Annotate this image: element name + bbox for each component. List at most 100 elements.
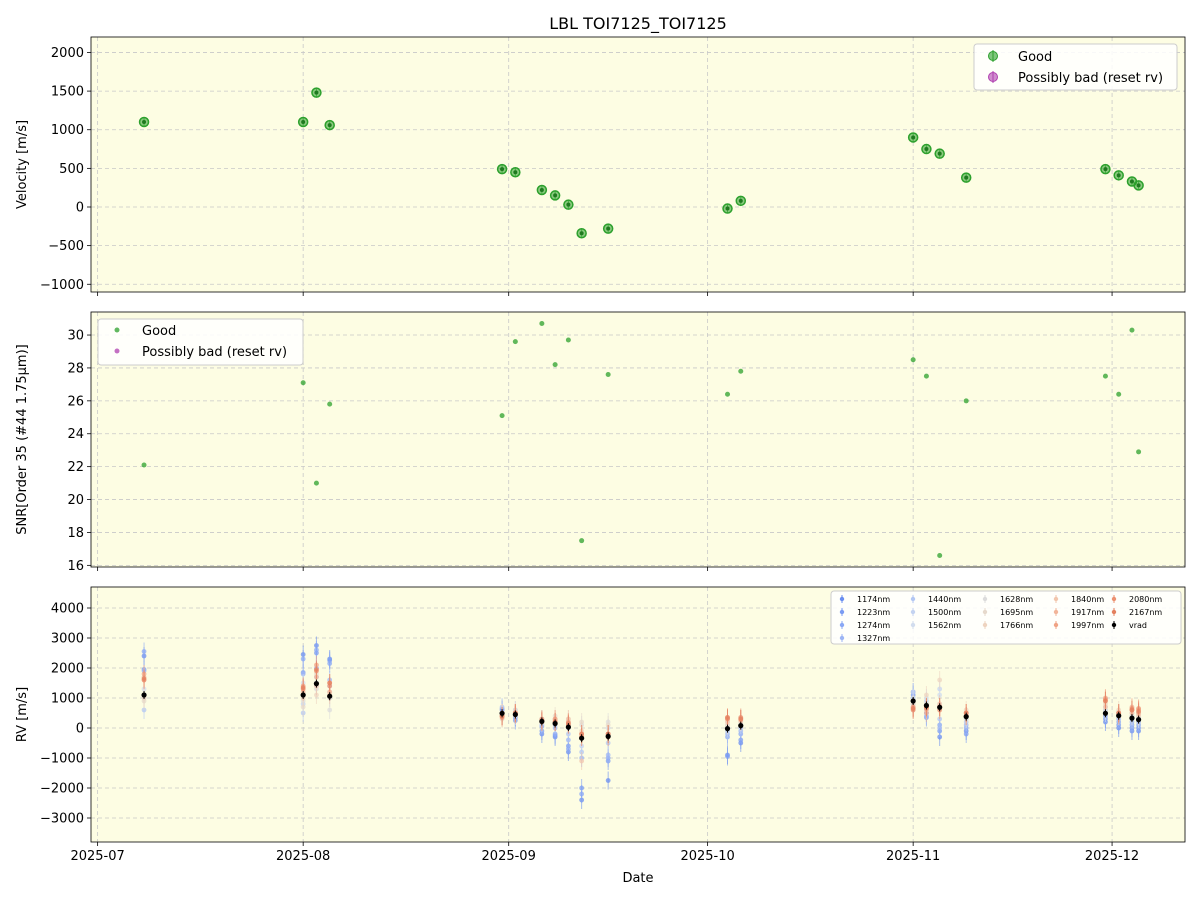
legend-label: 1562nm [928,621,961,630]
snr-point [539,321,545,327]
legend-label: 1628nm [1000,595,1033,604]
velocity-point-core [553,193,558,198]
vrad-point [605,733,611,740]
band-point [327,707,333,713]
y-tick-label: 24 [67,427,84,442]
velocity-point-core [964,175,969,180]
legend-marker [1053,596,1059,602]
vrad-point [1102,710,1109,716]
legend-marker [1111,622,1117,628]
y-tick-label: −2000 [40,782,84,797]
snr-point [738,368,744,374]
panels: −1000 −500 0 500 1000 1500 2000 Velocity [m/s] G… [15,36,1186,864]
legend-label: Possibly bad (reset rv) [1018,71,1163,86]
legend-label: 1327nm [857,634,890,643]
snr-point [910,357,916,363]
vrad-point [963,714,969,720]
band-point [300,656,306,662]
legend-marker [1111,609,1117,615]
velocity-point-core [924,147,929,152]
snr-point [963,398,969,404]
velocity-point-core [738,198,743,203]
y-tick-label: −3000 [40,812,84,827]
snr-point [605,372,611,378]
vrad-point [910,698,916,704]
velocity-point-core [500,167,505,172]
legend: Good Possibly bad (reset rv) [973,43,1178,91]
velocity-point-core [911,135,916,140]
legend-label: 2167nm [1129,608,1162,617]
velocity-point-core [539,188,544,192]
y-tick-label: 26 [67,394,84,409]
y-tick-label: 3000 [51,632,84,647]
legend-marker [988,51,998,61]
vrad-point [539,718,545,725]
snr-point [300,380,306,386]
y-tick-label: 18 [67,526,84,541]
legend-label: Possibly bad (reset rv) [142,345,287,360]
vrad-point [313,681,320,687]
velocity-point-core [301,120,306,124]
y-tick-label: 22 [67,460,84,475]
vrad-point [1116,713,1122,719]
band-point [924,692,929,698]
y-tick-label: 1000 [51,123,84,138]
band-point [725,754,730,759]
legend-label: 1500nm [928,608,961,617]
x-tick-label: 2025-12 [1085,849,1139,864]
vrad-point [300,692,306,698]
x-tick-label: 2025-11 [886,849,940,864]
vrad-point [1135,717,1142,723]
snr-point [313,480,319,486]
band-point [937,677,943,683]
legend-marker [839,635,845,641]
x-tick-label: 2025-10 [680,849,734,864]
y-tick-label: 20 [67,493,84,508]
band-point [605,752,611,758]
legend-marker [982,596,988,602]
band-point [579,791,585,797]
legend-label: 1766nm [1000,621,1033,630]
velocity-point-core [513,170,518,175]
legend-label: 1440nm [928,595,961,604]
y-tick-label: 2000 [51,662,84,677]
y-tick-label: 1500 [51,85,84,100]
y-tick-label: 1000 [51,692,84,707]
legend-marker [1111,596,1117,602]
legend-label: 1223nm [857,608,890,617]
snr-point [141,462,147,468]
band-point [300,685,306,690]
vrad-point [565,724,571,730]
velocity-point-core [725,206,730,211]
band-point [327,661,333,666]
legend-marker [910,622,916,628]
legend-label: 1997nm [1071,621,1104,630]
band-point [725,715,730,720]
y-tick-label: 16 [67,559,84,574]
y-tick-label: −1000 [40,752,84,767]
band-point [314,647,319,653]
velocity-point-core [142,120,147,124]
legend-marker [839,609,845,615]
y-axis-label: Velocity [m/s] [15,120,30,209]
y-tick-label: 0 [76,722,84,737]
legend: Good Possibly bad (reset rv) [97,318,304,366]
legend-marker [982,609,988,615]
band-point [1103,698,1108,704]
legend-label: 1917nm [1071,608,1104,617]
panel-snr: 16 18 20 22 24 26 28 30 SNR[Order 35 (#44 1.75μm… [15,311,1186,574]
figure: LBL TOI7125_TOI7125 −1000 −500 0 500 1000 150… [15,14,1186,886]
legend-label: 1840nm [1071,595,1104,604]
band-point [910,706,916,711]
snr-point [725,391,731,397]
vrad-point [327,693,333,699]
vrad-point [937,704,943,710]
y-tick-label: −500 [48,239,84,254]
y-tick-label: 500 [59,162,84,177]
y-tick-label: 30 [67,329,84,344]
legend-marker [114,348,120,354]
y-tick-label: 2000 [51,46,84,61]
band-point [327,680,333,686]
y-axis-label: RV [m/s] [15,687,30,742]
legend-marker [910,596,916,602]
